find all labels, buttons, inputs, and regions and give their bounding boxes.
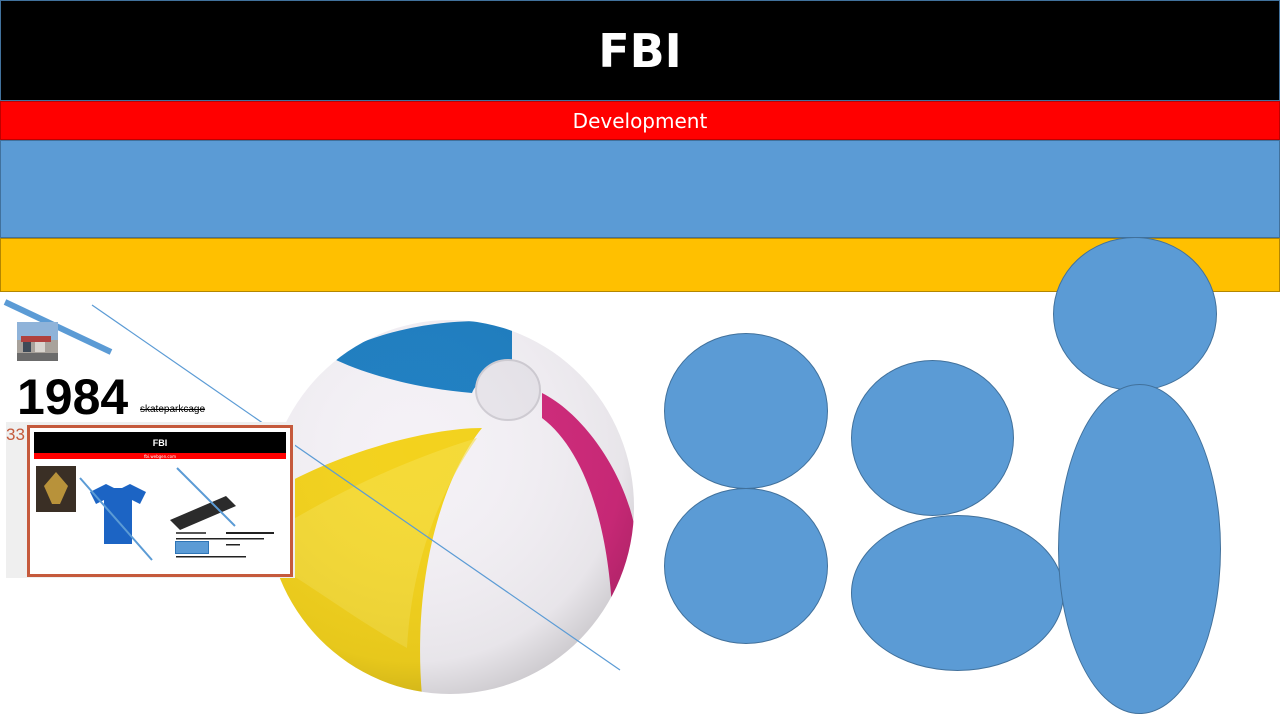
circle-middle [851, 360, 1014, 516]
preview-content [36, 466, 274, 561]
year-text: 1984 [17, 369, 129, 425]
preview-title: FBI [34, 432, 286, 453]
circle-top-left [664, 333, 828, 489]
ellipse-bottom-middle [851, 515, 1064, 671]
preview-frame: FBI fbi.webgen.com [27, 425, 293, 577]
preview-button [175, 541, 209, 554]
circle-bottom-left [664, 488, 828, 644]
preview-subtitle: fbi.webgen.com [34, 453, 286, 459]
ellipse-tall-right [1058, 384, 1221, 714]
building-photo [17, 322, 58, 361]
circle-top-right [1053, 237, 1217, 391]
slide-preview-image: 33 FBI fbi.webgen.com [6, 422, 295, 578]
preview-partial-number: 33 [6, 425, 25, 444]
year-caption: skateparkcage [140, 404, 206, 415]
